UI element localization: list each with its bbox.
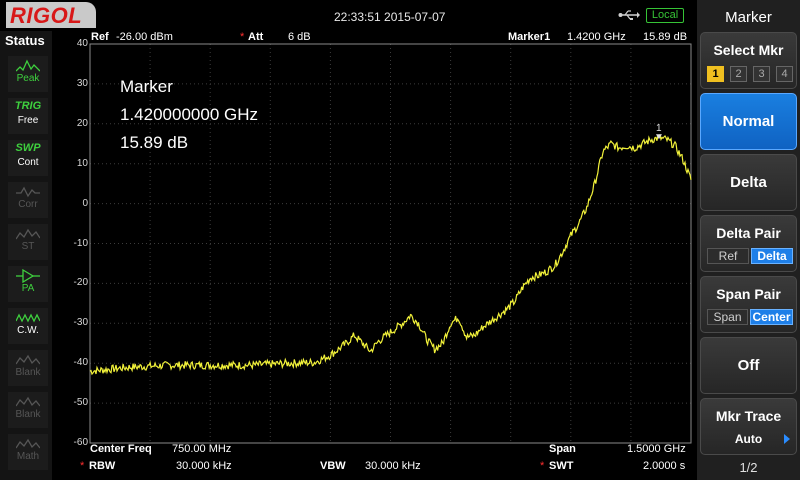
ref-label: Ref [91, 31, 109, 43]
rbw-star: * [80, 460, 85, 472]
marker-number-4[interactable]: 4 [776, 66, 793, 82]
select-mkr-key[interactable]: Select Mkr 1 2 3 4 [700, 32, 797, 89]
plot-footer-2: * RBW 30.000 kHz VBW 30.000 kHz * SWT 2.… [80, 460, 692, 474]
delta-pair-ref[interactable]: Ref [707, 248, 749, 264]
off-label: Off [737, 357, 760, 374]
marker-number-row: 1 2 3 4 [707, 66, 793, 82]
mkr-trace-value: Auto [734, 432, 763, 446]
menu-title: Marker [725, 9, 772, 26]
select-mkr-label: Select Mkr [713, 42, 784, 58]
plot-header: Ref -26.00 dBm * Att 6 dB Marker1 1.4200… [90, 31, 692, 45]
marker-readout-title: Marker [120, 77, 173, 96]
marker-readout-amp: 15.89 dB [120, 133, 189, 152]
marker-number-2[interactable]: 2 [730, 66, 747, 82]
swt-label: SWT [549, 460, 574, 472]
span-pair-span[interactable]: Span [707, 309, 748, 325]
span-pair-key[interactable]: Span Pair Span Center [700, 276, 797, 333]
span-pair-center[interactable]: Center [750, 309, 793, 325]
rbw-value[interactable]: 30.000 kHz [176, 460, 232, 472]
marker-readout-freq: 1.420000000 GHz [120, 105, 258, 124]
mkr-trace-key[interactable]: Mkr Trace Auto [700, 398, 797, 455]
rbw-label: RBW [89, 460, 116, 472]
softkey-menu: Marker Select Mkr 1 2 3 4 Normal Delta D… [697, 0, 800, 480]
ref-value[interactable]: -26.00 dBm [116, 31, 173, 43]
att-value[interactable]: 6 dB [288, 31, 311, 43]
arrow-right-icon [784, 434, 790, 444]
marker-number-3[interactable]: 3 [753, 66, 770, 82]
span-pair-label: Span Pair [716, 286, 781, 302]
delta-label: Delta [730, 174, 767, 191]
normal-label: Normal [722, 113, 775, 130]
mkr-trace-label: Mkr Trace [715, 408, 782, 424]
delta-pair-delta[interactable]: Delta [751, 248, 793, 264]
spectrum-plot: 1 [89, 43, 692, 444]
span-value[interactable]: 1.5000 GHz [627, 443, 686, 455]
normal-key[interactable]: Normal [700, 93, 797, 150]
swt-value[interactable]: 2.0000 s [643, 460, 685, 472]
delta-pair-label: Delta Pair [716, 225, 781, 241]
marker-1-label: 1 [656, 123, 662, 134]
marker-header-label: Marker1 [508, 31, 551, 43]
page-indicator: 1/2 [739, 460, 758, 475]
marker-number-1[interactable]: 1 [707, 66, 724, 82]
swt-star: * [540, 460, 545, 472]
vbw-value[interactable]: 30.000 kHz [365, 460, 421, 472]
marker-header-freq: 1.4200 GHz [567, 31, 626, 43]
marker-header-amp: 15.89 dB [643, 31, 688, 43]
trace-line [89, 133, 692, 376]
center-freq-value[interactable]: 750.00 MHz [172, 443, 231, 455]
center-freq-label: Center Freq [90, 443, 152, 455]
plot-footer-1: Center Freq 750.00 MHz Span 1.5000 GHz [90, 443, 692, 457]
delta-pair-key[interactable]: Delta Pair Ref Delta [700, 215, 797, 272]
span-label: Span [549, 443, 576, 455]
att-label: Att [248, 31, 264, 43]
delta-key[interactable]: Delta [700, 154, 797, 211]
off-key[interactable]: Off [700, 337, 797, 394]
att-star: * [240, 31, 245, 43]
vbw-label: VBW [320, 460, 346, 472]
marker-readout: Marker 1.420000000 GHz 15.89 dB [120, 73, 258, 157]
